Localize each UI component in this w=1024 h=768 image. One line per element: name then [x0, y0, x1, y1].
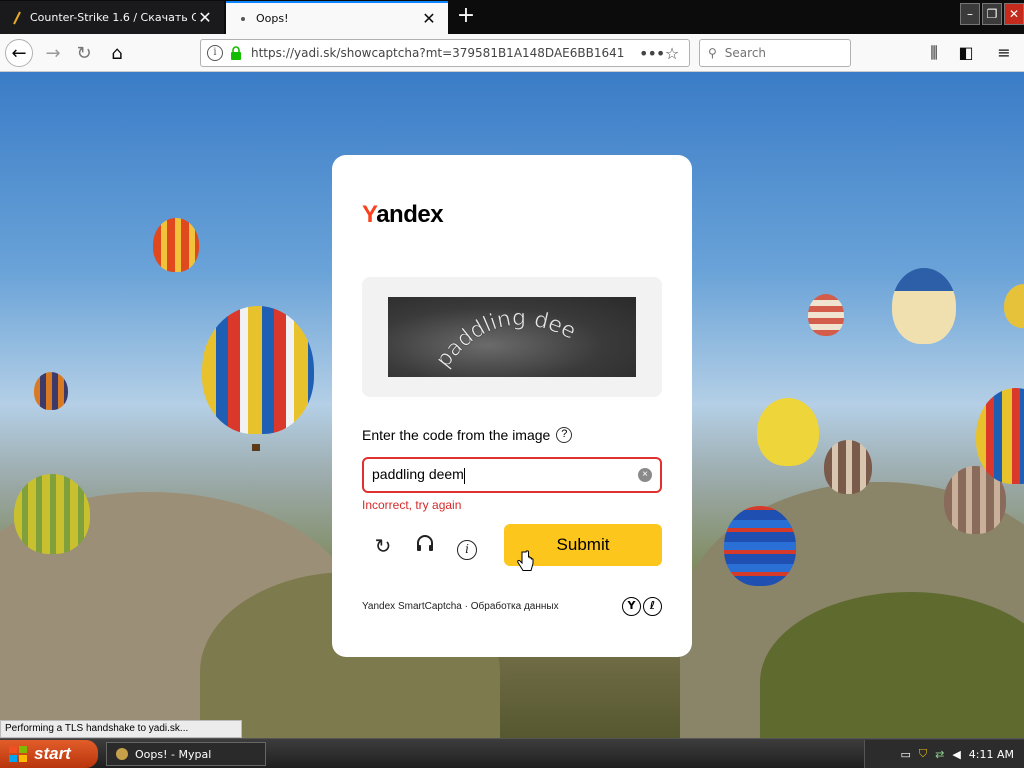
- captcha-distorted-text: paddling deem: [388, 297, 580, 373]
- sidebar-icon[interactable]: ◧: [956, 43, 976, 63]
- taskbar-item-label: Oops! - Mypal: [135, 747, 212, 761]
- footer-badges: Y ℓ: [620, 597, 662, 616]
- hot-air-balloon: [34, 372, 68, 410]
- back-button[interactable]: ←: [5, 39, 33, 67]
- url-text[interactable]: https://yadi.sk/showcaptcha?mt=379581B1A…: [251, 46, 639, 60]
- captcha-prompt: Enter the code from the image ?: [362, 427, 573, 443]
- captcha-card: Yandex paddling deem Enter the code from…: [332, 155, 692, 657]
- hand-cursor-icon: [517, 550, 534, 571]
- audio-captcha-button[interactable]: [412, 533, 438, 559]
- yandex-badge-icon: Y: [622, 597, 641, 616]
- library-icon[interactable]: ⫼: [924, 43, 944, 63]
- tab-title: Oops!: [256, 12, 289, 25]
- forward-button[interactable]: →: [39, 39, 67, 67]
- tab-close-icon[interactable]: ✕: [420, 9, 438, 28]
- help-icon[interactable]: ?: [556, 427, 573, 443]
- captcha-input-value: paddling deem: [372, 466, 464, 483]
- keyboard-icon[interactable]: ▭: [900, 748, 910, 761]
- new-tab-button[interactable]: +: [452, 3, 480, 31]
- status-bar: Performing a TLS handshake to yadi.sk...: [0, 720, 242, 738]
- network-icon[interactable]: ⇄: [935, 748, 944, 761]
- navigation-bar: ← → ↻ ⌂ i https://yadi.sk/showcaptcha?mt…: [0, 34, 1024, 72]
- windows-logo-icon: [9, 746, 27, 762]
- hot-air-balloon: [14, 474, 90, 554]
- page-actions-icon[interactable]: •••: [639, 44, 665, 63]
- error-message: Incorrect, try again: [362, 498, 462, 512]
- home-button[interactable]: ⌂: [103, 39, 131, 67]
- smartcaptcha-badge-icon: ℓ: [643, 597, 662, 616]
- prompt-text: Enter the code from the image: [362, 427, 551, 443]
- system-tray: ▭ ⛉ ⇄ ◀ 4:11 AM: [864, 740, 1024, 768]
- start-button[interactable]: start: [0, 740, 98, 768]
- captcha-footer[interactable]: Yandex SmartCaptcha · Обработка данных: [362, 601, 559, 612]
- captcha-image: paddling deem: [388, 297, 636, 377]
- maximize-button[interactable]: ❐: [982, 3, 1002, 25]
- hot-air-balloon: [724, 506, 796, 586]
- captcha-input-value-wrap: paddling deem: [372, 466, 638, 484]
- search-icon: ⚲: [708, 46, 717, 60]
- text-caret: [463, 467, 465, 484]
- minimize-button[interactable]: –: [960, 3, 980, 25]
- hot-air-balloon: [808, 294, 844, 336]
- info-icon: i: [457, 540, 477, 560]
- captcha-code-input[interactable]: paddling deem ×: [362, 457, 662, 493]
- menu-icon[interactable]: ≡: [994, 43, 1014, 63]
- reload-button[interactable]: ↻: [70, 39, 98, 67]
- window-controls: – ❐ ✕: [958, 3, 1024, 25]
- favicon-icon: [13, 11, 21, 24]
- mypal-app-icon: [116, 748, 128, 760]
- hot-air-balloon: [892, 268, 956, 344]
- hot-air-balloon: [202, 306, 314, 434]
- tab-title: Counter-Strike 1.6 / Скачать CS: [30, 11, 196, 24]
- balloon-basket: [252, 444, 260, 451]
- taskbar-item-mypal[interactable]: Oops! - Mypal: [106, 742, 266, 766]
- hot-air-balloon: [153, 218, 199, 272]
- info-button[interactable]: i: [454, 533, 480, 560]
- favicon-icon: [241, 16, 245, 21]
- page-content: Yandex paddling deem Enter the code from…: [0, 72, 1024, 738]
- clock[interactable]: 4:11 AM: [969, 748, 1014, 761]
- bookmark-star-icon[interactable]: ☆: [661, 44, 683, 63]
- url-bar[interactable]: i https://yadi.sk/showcaptcha?mt=379581B…: [200, 39, 690, 67]
- start-label: start: [34, 744, 71, 763]
- clear-input-icon[interactable]: ×: [638, 468, 652, 482]
- lock-icon: [231, 46, 241, 60]
- security-shield-icon[interactable]: ⛉: [919, 747, 927, 761]
- search-input[interactable]: ⚲ Search: [699, 39, 851, 67]
- hot-air-balloon: [1004, 284, 1024, 328]
- refresh-captcha-button[interactable]: ↻: [370, 533, 396, 559]
- svg-text:paddling deem: paddling deem: [388, 297, 580, 372]
- tab-oops[interactable]: Oops! ✕: [226, 1, 448, 34]
- search-placeholder: Search: [724, 46, 767, 60]
- site-info-icon[interactable]: i: [207, 45, 223, 61]
- yandex-logo: Yandex: [362, 201, 444, 228]
- volume-icon[interactable]: ◀: [952, 748, 960, 761]
- headphones-icon: [417, 535, 433, 551]
- tab-close-icon[interactable]: ✕: [196, 8, 214, 27]
- hot-air-balloon: [824, 440, 872, 494]
- tab-counter-strike[interactable]: Counter-Strike 1.6 / Скачать CS ✕: [0, 1, 224, 34]
- captcha-image-container: paddling deem: [362, 277, 662, 397]
- close-window-button[interactable]: ✕: [1004, 3, 1024, 25]
- tab-strip: Counter-Strike 1.6 / Скачать CS ✕ Oops! …: [0, 0, 1024, 34]
- taskbar: start Oops! - Mypal ▭ ⛉ ⇄ ◀ 4:11 AM: [0, 738, 1024, 768]
- hot-air-balloon: [757, 398, 819, 466]
